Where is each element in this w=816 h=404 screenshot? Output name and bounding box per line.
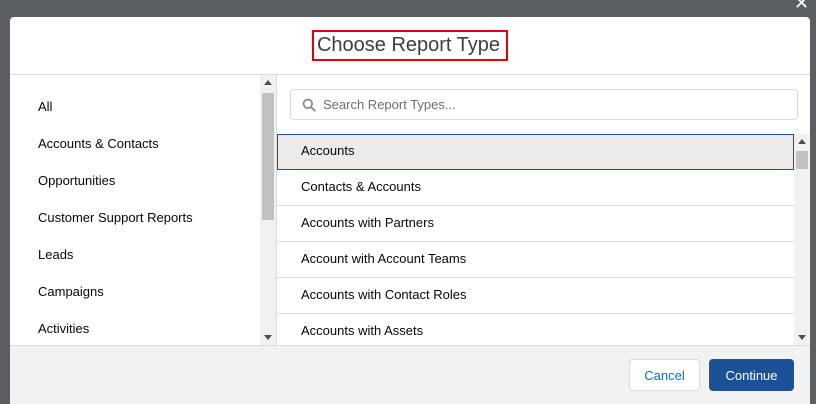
choose-report-type-modal: Choose Report Type All Accounts & Contac… (10, 17, 810, 404)
report-type-item-contacts-accounts[interactable]: Contacts & Accounts (277, 170, 794, 206)
report-type-item-account-with-account-teams[interactable]: Account with Account Teams (277, 242, 794, 278)
category-item-accounts-contacts[interactable]: Accounts & Contacts (38, 130, 193, 167)
continue-button[interactable]: Continue (709, 359, 794, 391)
category-item-activities[interactable]: Activities (38, 315, 193, 345)
report-type-scrollbar[interactable] (794, 134, 810, 345)
scrollbar-thumb[interactable] (262, 93, 274, 220)
category-item-campaigns[interactable]: Campaigns (38, 278, 193, 315)
report-type-item-accounts-with-partners[interactable]: Accounts with Partners (277, 206, 794, 242)
category-item-all[interactable]: All (38, 93, 193, 130)
scroll-down-arrow-icon[interactable] (264, 335, 272, 340)
scroll-down-arrow-icon[interactable] (798, 335, 806, 340)
scroll-up-arrow-icon[interactable] (264, 80, 272, 85)
report-type-list: Accounts Contacts & Accounts Accounts wi… (277, 134, 794, 345)
modal-title: Choose Report Type (311, 30, 509, 61)
category-scrollbar[interactable] (260, 75, 276, 345)
category-item-customer-support-reports[interactable]: Customer Support Reports (38, 204, 193, 241)
modal-header: Choose Report Type (10, 17, 810, 75)
search-box (290, 89, 798, 120)
modal-footer: Cancel Continue (10, 345, 810, 404)
search-input[interactable] (323, 94, 783, 115)
report-type-item-accounts[interactable]: Accounts (277, 134, 794, 170)
report-type-item-accounts-with-assets[interactable]: Accounts with Assets (277, 314, 794, 345)
cancel-button[interactable]: Cancel (629, 359, 700, 391)
scroll-up-arrow-icon[interactable] (798, 139, 806, 144)
close-icon[interactable]: ✕ (794, 0, 812, 8)
search-icon (302, 98, 316, 112)
modal-content: All Accounts & Contacts Opportunities Cu… (10, 75, 810, 345)
category-item-leads[interactable]: Leads (38, 241, 193, 278)
report-type-panel: Accounts Contacts & Accounts Accounts wi… (277, 75, 810, 345)
category-panel: All Accounts & Contacts Opportunities Cu… (10, 75, 277, 345)
scrollbar-thumb[interactable] (796, 151, 808, 169)
category-item-opportunities[interactable]: Opportunities (38, 167, 193, 204)
category-list: All Accounts & Contacts Opportunities Cu… (38, 93, 193, 345)
report-type-item-accounts-with-contact-roles[interactable]: Accounts with Contact Roles (277, 278, 794, 314)
